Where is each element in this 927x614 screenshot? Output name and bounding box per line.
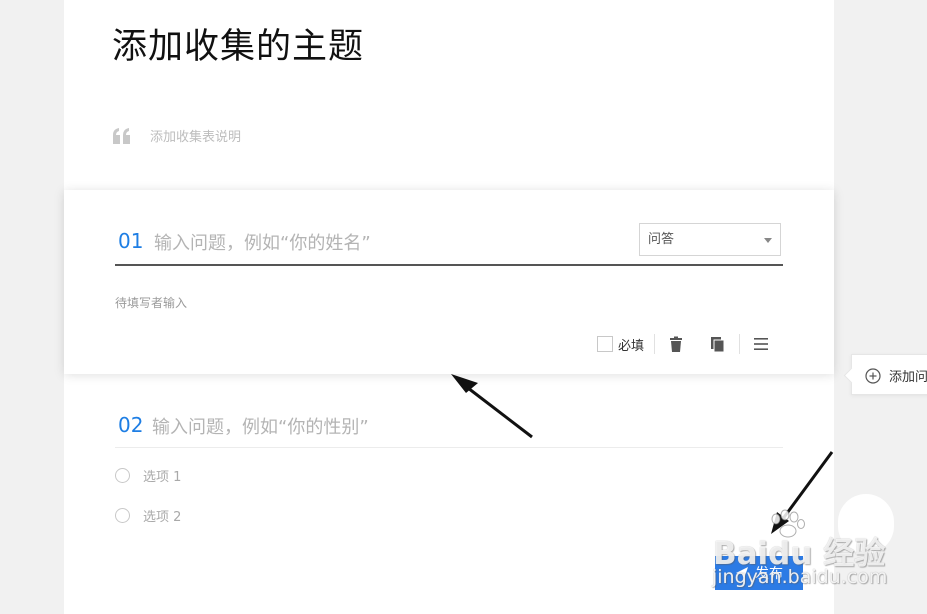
toolbar-divider xyxy=(654,334,656,354)
form-description-row[interactable]: 添加收集表说明 xyxy=(112,126,241,145)
plus-circle-icon xyxy=(865,367,881,384)
question-2-row[interactable]: 02 输入问题，例如“你的性别” xyxy=(115,405,783,448)
form-description-placeholder: 添加收集表说明 xyxy=(150,130,242,145)
add-question-panel[interactable]: 添加问 xyxy=(851,354,927,395)
add-question-label: 添加问 xyxy=(889,370,927,385)
menu-icon[interactable] xyxy=(753,336,769,352)
required-label[interactable]: 必填 xyxy=(618,335,644,354)
answer-placeholder: 待填写者输入 xyxy=(115,296,188,310)
question-1-input[interactable] xyxy=(152,228,626,258)
question-1-row: 01 问答 xyxy=(115,222,783,266)
question-1-number: 01 xyxy=(118,229,144,253)
option-item[interactable]: 选项 2 xyxy=(115,506,181,525)
quote-icon xyxy=(113,127,130,144)
option-label: 选项 1 xyxy=(143,470,182,485)
toolbar-divider xyxy=(739,334,741,354)
radio-button[interactable] xyxy=(115,508,130,523)
form-title[interactable]: 添加收集的主题 xyxy=(112,18,364,69)
question-toolbar: 必填 xyxy=(597,333,782,355)
chevron-down-icon xyxy=(764,238,772,243)
option-label: 选项 2 xyxy=(143,510,182,525)
watermark-url: jingyan.baidu.com xyxy=(712,566,888,588)
question-type-select[interactable]: 问答 xyxy=(639,223,781,256)
copy-icon[interactable] xyxy=(710,336,726,352)
trash-icon[interactable] xyxy=(668,336,684,352)
question-2-number: 02 xyxy=(118,413,144,437)
radio-button[interactable] xyxy=(115,468,130,483)
question-type-value: 问答 xyxy=(648,232,675,247)
question-2-placeholder: 输入问题，例如“你的性别” xyxy=(152,417,369,438)
option-item[interactable]: 选项 1 xyxy=(115,466,181,485)
required-checkbox[interactable] xyxy=(597,336,613,352)
